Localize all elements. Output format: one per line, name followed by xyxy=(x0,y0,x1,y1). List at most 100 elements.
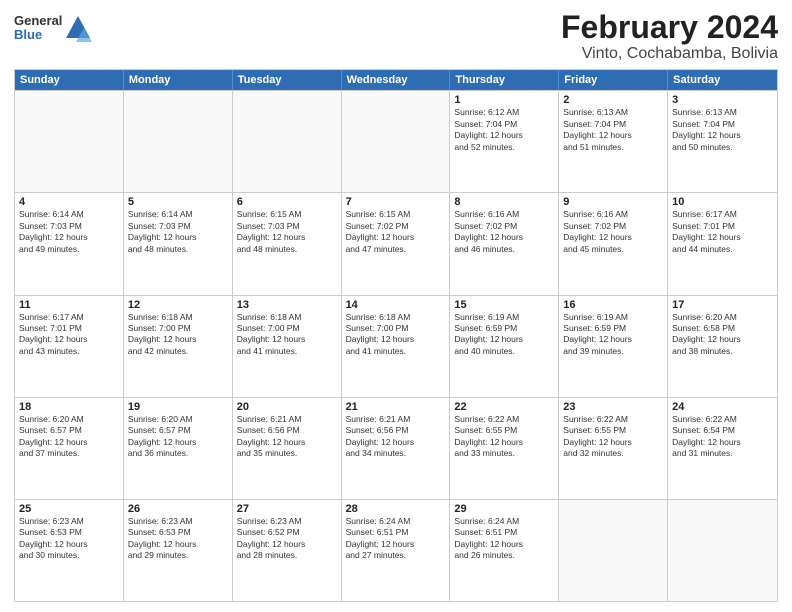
day-number: 6 xyxy=(237,196,337,208)
calendar-cell-14: 14Sunrise: 6:18 AM Sunset: 7:00 PM Dayli… xyxy=(342,296,451,397)
page: General Blue February 2024 Vinto, Cochab… xyxy=(0,0,792,612)
day-number: 22 xyxy=(454,401,554,413)
calendar-cell-15: 15Sunrise: 6:19 AM Sunset: 6:59 PM Dayli… xyxy=(450,296,559,397)
calendar-cell-18: 18Sunrise: 6:20 AM Sunset: 6:57 PM Dayli… xyxy=(15,398,124,499)
day-info: Sunrise: 6:23 AM Sunset: 6:53 PM Dayligh… xyxy=(19,516,119,562)
day-info: Sunrise: 6:19 AM Sunset: 6:59 PM Dayligh… xyxy=(454,312,554,358)
calendar-cell-11: 11Sunrise: 6:17 AM Sunset: 7:01 PM Dayli… xyxy=(15,296,124,397)
calendar: SundayMondayTuesdayWednesdayThursdayFrid… xyxy=(14,69,778,602)
header-day-friday: Friday xyxy=(559,70,668,90)
calendar-cell-3: 3Sunrise: 6:13 AM Sunset: 7:04 PM Daylig… xyxy=(668,91,777,192)
day-number: 14 xyxy=(346,299,446,311)
calendar-row-2: 4Sunrise: 6:14 AM Sunset: 7:03 PM Daylig… xyxy=(15,192,777,294)
calendar-cell-24: 24Sunrise: 6:22 AM Sunset: 6:54 PM Dayli… xyxy=(668,398,777,499)
calendar-cell-12: 12Sunrise: 6:18 AM Sunset: 7:00 PM Dayli… xyxy=(124,296,233,397)
calendar-cell-4: 4Sunrise: 6:14 AM Sunset: 7:03 PM Daylig… xyxy=(15,193,124,294)
day-number: 25 xyxy=(19,503,119,515)
day-info: Sunrise: 6:16 AM Sunset: 7:02 PM Dayligh… xyxy=(454,209,554,255)
calendar-cell-28: 28Sunrise: 6:24 AM Sunset: 6:51 PM Dayli… xyxy=(342,500,451,601)
day-number: 10 xyxy=(672,196,773,208)
calendar-cell-5: 5Sunrise: 6:14 AM Sunset: 7:03 PM Daylig… xyxy=(124,193,233,294)
day-info: Sunrise: 6:16 AM Sunset: 7:02 PM Dayligh… xyxy=(563,209,663,255)
calendar-cell-23: 23Sunrise: 6:22 AM Sunset: 6:55 PM Dayli… xyxy=(559,398,668,499)
header-day-tuesday: Tuesday xyxy=(233,70,342,90)
day-info: Sunrise: 6:22 AM Sunset: 6:55 PM Dayligh… xyxy=(563,414,663,460)
day-info: Sunrise: 6:18 AM Sunset: 7:00 PM Dayligh… xyxy=(237,312,337,358)
day-info: Sunrise: 6:13 AM Sunset: 7:04 PM Dayligh… xyxy=(563,107,663,153)
logo: General Blue xyxy=(14,14,92,43)
day-number: 12 xyxy=(128,299,228,311)
day-number: 28 xyxy=(346,503,446,515)
day-info: Sunrise: 6:21 AM Sunset: 6:56 PM Dayligh… xyxy=(346,414,446,460)
day-info: Sunrise: 6:19 AM Sunset: 6:59 PM Dayligh… xyxy=(563,312,663,358)
day-info: Sunrise: 6:23 AM Sunset: 6:53 PM Dayligh… xyxy=(128,516,228,562)
day-number: 24 xyxy=(672,401,773,413)
day-info: Sunrise: 6:13 AM Sunset: 7:04 PM Dayligh… xyxy=(672,107,773,153)
header-day-thursday: Thursday xyxy=(450,70,559,90)
logo-blue: Blue xyxy=(14,28,62,42)
calendar-cell-21: 21Sunrise: 6:21 AM Sunset: 6:56 PM Dayli… xyxy=(342,398,451,499)
header-day-monday: Monday xyxy=(124,70,233,90)
calendar-cell-26: 26Sunrise: 6:23 AM Sunset: 6:53 PM Dayli… xyxy=(124,500,233,601)
day-info: Sunrise: 6:22 AM Sunset: 6:55 PM Dayligh… xyxy=(454,414,554,460)
day-info: Sunrise: 6:12 AM Sunset: 7:04 PM Dayligh… xyxy=(454,107,554,153)
day-info: Sunrise: 6:20 AM Sunset: 6:58 PM Dayligh… xyxy=(672,312,773,358)
day-number: 21 xyxy=(346,401,446,413)
calendar-cell-13: 13Sunrise: 6:18 AM Sunset: 7:00 PM Dayli… xyxy=(233,296,342,397)
day-number: 20 xyxy=(237,401,337,413)
day-number: 13 xyxy=(237,299,337,311)
calendar-cell-empty xyxy=(559,500,668,601)
calendar-cell-2: 2Sunrise: 6:13 AM Sunset: 7:04 PM Daylig… xyxy=(559,91,668,192)
calendar-cell-9: 9Sunrise: 6:16 AM Sunset: 7:02 PM Daylig… xyxy=(559,193,668,294)
day-number: 2 xyxy=(563,94,663,106)
title-block: February 2024 Vinto, Cochabamba, Bolivia xyxy=(561,10,778,63)
day-info: Sunrise: 6:24 AM Sunset: 6:51 PM Dayligh… xyxy=(346,516,446,562)
header-day-saturday: Saturday xyxy=(668,70,777,90)
day-info: Sunrise: 6:15 AM Sunset: 7:03 PM Dayligh… xyxy=(237,209,337,255)
calendar-body: 1Sunrise: 6:12 AM Sunset: 7:04 PM Daylig… xyxy=(15,90,777,601)
day-info: Sunrise: 6:18 AM Sunset: 7:00 PM Dayligh… xyxy=(346,312,446,358)
calendar-cell-empty xyxy=(342,91,451,192)
calendar-cell-7: 7Sunrise: 6:15 AM Sunset: 7:02 PM Daylig… xyxy=(342,193,451,294)
day-number: 11 xyxy=(19,299,119,311)
day-info: Sunrise: 6:20 AM Sunset: 6:57 PM Dayligh… xyxy=(19,414,119,460)
day-number: 1 xyxy=(454,94,554,106)
day-info: Sunrise: 6:14 AM Sunset: 7:03 PM Dayligh… xyxy=(19,209,119,255)
calendar-row-3: 11Sunrise: 6:17 AM Sunset: 7:01 PM Dayli… xyxy=(15,295,777,397)
day-info: Sunrise: 6:17 AM Sunset: 7:01 PM Dayligh… xyxy=(672,209,773,255)
calendar-cell-6: 6Sunrise: 6:15 AM Sunset: 7:03 PM Daylig… xyxy=(233,193,342,294)
calendar-cell-20: 20Sunrise: 6:21 AM Sunset: 6:56 PM Dayli… xyxy=(233,398,342,499)
calendar-cell-8: 8Sunrise: 6:16 AM Sunset: 7:02 PM Daylig… xyxy=(450,193,559,294)
calendar-cell-27: 27Sunrise: 6:23 AM Sunset: 6:52 PM Dayli… xyxy=(233,500,342,601)
day-number: 19 xyxy=(128,401,228,413)
calendar-cell-empty xyxy=(233,91,342,192)
calendar-row-1: 1Sunrise: 6:12 AM Sunset: 7:04 PM Daylig… xyxy=(15,90,777,192)
day-info: Sunrise: 6:14 AM Sunset: 7:03 PM Dayligh… xyxy=(128,209,228,255)
day-info: Sunrise: 6:21 AM Sunset: 6:56 PM Dayligh… xyxy=(237,414,337,460)
day-number: 8 xyxy=(454,196,554,208)
calendar-cell-10: 10Sunrise: 6:17 AM Sunset: 7:01 PM Dayli… xyxy=(668,193,777,294)
day-info: Sunrise: 6:15 AM Sunset: 7:02 PM Dayligh… xyxy=(346,209,446,255)
day-number: 4 xyxy=(19,196,119,208)
day-info: Sunrise: 6:20 AM Sunset: 6:57 PM Dayligh… xyxy=(128,414,228,460)
calendar-cell-empty xyxy=(124,91,233,192)
calendar-cell-17: 17Sunrise: 6:20 AM Sunset: 6:58 PM Dayli… xyxy=(668,296,777,397)
calendar-cell-22: 22Sunrise: 6:22 AM Sunset: 6:55 PM Dayli… xyxy=(450,398,559,499)
logo-text: General Blue xyxy=(14,14,62,43)
calendar-cell-empty xyxy=(15,91,124,192)
day-number: 5 xyxy=(128,196,228,208)
day-info: Sunrise: 6:24 AM Sunset: 6:51 PM Dayligh… xyxy=(454,516,554,562)
logo-general: General xyxy=(14,14,62,28)
calendar-title: February 2024 xyxy=(561,10,778,45)
calendar-row-5: 25Sunrise: 6:23 AM Sunset: 6:53 PM Dayli… xyxy=(15,499,777,601)
day-info: Sunrise: 6:17 AM Sunset: 7:01 PM Dayligh… xyxy=(19,312,119,358)
day-number: 23 xyxy=(563,401,663,413)
day-info: Sunrise: 6:18 AM Sunset: 7:00 PM Dayligh… xyxy=(128,312,228,358)
day-number: 26 xyxy=(128,503,228,515)
calendar-cell-1: 1Sunrise: 6:12 AM Sunset: 7:04 PM Daylig… xyxy=(450,91,559,192)
day-number: 17 xyxy=(672,299,773,311)
header: General Blue February 2024 Vinto, Cochab… xyxy=(14,10,778,63)
day-number: 18 xyxy=(19,401,119,413)
calendar-row-4: 18Sunrise: 6:20 AM Sunset: 6:57 PM Dayli… xyxy=(15,397,777,499)
day-number: 15 xyxy=(454,299,554,311)
